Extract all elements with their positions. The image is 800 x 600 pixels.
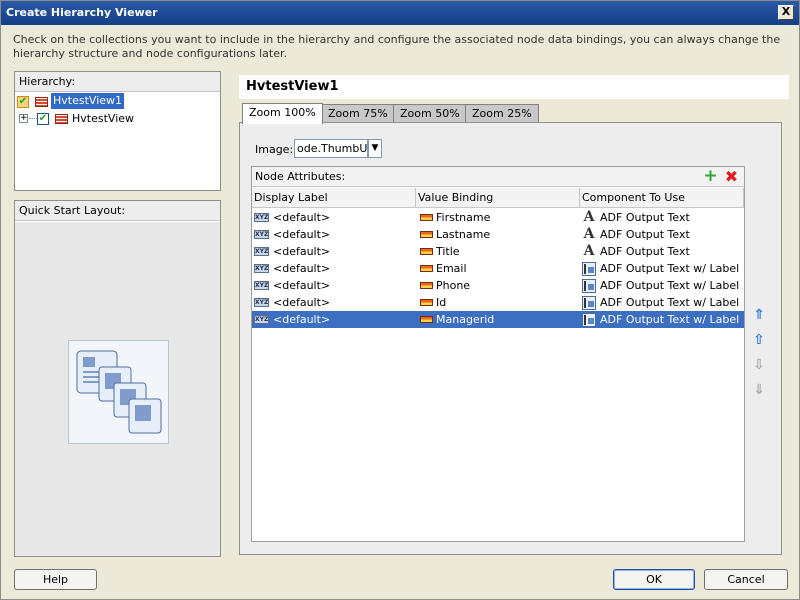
node-title: HvtestView1	[239, 75, 789, 99]
close-button[interactable]: X	[778, 5, 794, 20]
display-label-cell[interactable]: <default>	[273, 294, 330, 311]
output-text-icon: A	[583, 226, 595, 242]
output-text-label-icon	[582, 296, 596, 310]
tab-zoom-75[interactable]: Zoom 75%	[321, 104, 395, 123]
value-binding-cell[interactable]: Phone	[436, 277, 470, 294]
output-text-label-icon	[582, 262, 596, 276]
display-label-cell[interactable]: <default>	[273, 311, 330, 328]
image-combo-input[interactable]: ode.ThumbUrl}	[294, 139, 368, 158]
display-label-cell[interactable]: <default>	[273, 209, 330, 226]
add-icon[interactable]: +	[702, 168, 719, 185]
delete-icon[interactable]: ✖	[723, 168, 740, 185]
quick-start-body	[15, 222, 220, 556]
attribute-icon	[420, 282, 433, 289]
display-label-cell[interactable]: <default>	[273, 260, 330, 277]
tab-zoom-25[interactable]: Zoom 25%	[465, 104, 539, 123]
hierarchy-panel: Hierarchy: ✔ HvtestView1 + ✔ HvtestView	[14, 71, 221, 191]
value-binding-cell[interactable]: Firstname	[436, 209, 490, 226]
dialog-title: Create Hierarchy Viewer	[1, 1, 799, 25]
table-icon	[55, 114, 68, 124]
description-text: Check on the collections you want to inc…	[13, 33, 781, 60]
display-label-cell[interactable]: <default>	[273, 226, 330, 243]
cancel-button[interactable]: Cancel	[704, 569, 788, 590]
hierarchy-layout-icon	[76, 350, 162, 434]
tree-item-label: HvtestView1	[51, 93, 125, 109]
hierarchy-label: Hierarchy:	[15, 72, 220, 92]
display-label-cell[interactable]: <default>	[273, 277, 330, 294]
checkbox-hvtestview[interactable]: ✔	[37, 113, 49, 125]
attribute-icon	[420, 316, 433, 323]
checkbox-hvtestview1[interactable]: ✔	[17, 96, 29, 108]
image-label: Image:	[255, 143, 294, 156]
layout-thumbnail[interactable]	[68, 340, 169, 444]
value-binding-cell[interactable]: Managerid	[436, 311, 494, 328]
help-button[interactable]: Help	[14, 569, 97, 590]
output-text-label-icon	[582, 313, 596, 327]
xyz-icon: XYZ	[254, 213, 269, 222]
move-bottom-icon[interactable]: ⇓	[751, 382, 767, 398]
chevron-down-icon[interactable]: ▼	[368, 139, 382, 158]
value-binding-cell[interactable]: Lastname	[436, 226, 490, 243]
output-text-label-icon	[582, 279, 596, 293]
attribute-icon	[420, 231, 433, 238]
tree-item-hvtestview[interactable]: + ✔ HvtestView	[15, 110, 220, 127]
expand-icon[interactable]: +	[19, 114, 28, 123]
table-row[interactable]: XYZ <default> Id ADF Output Text w/ Labe…	[252, 294, 744, 311]
table-row[interactable]: XYZ <default> Firstname A ADF Output Tex…	[252, 209, 744, 226]
component-cell[interactable]: ADF Output Text	[600, 209, 690, 226]
attribute-icon	[420, 214, 433, 221]
table-row[interactable]: XYZ <default> Title A ADF Output Text	[252, 243, 744, 260]
tree-connector	[29, 118, 37, 119]
output-text-icon: A	[583, 209, 595, 225]
attribute-icon	[420, 265, 433, 272]
component-cell[interactable]: ADF Output Text	[600, 226, 690, 243]
table-row[interactable]: XYZ <default> Lastname A ADF Output Text	[252, 226, 744, 243]
component-cell[interactable]: ADF Output Text w/ Label	[600, 311, 739, 328]
component-cell[interactable]: ADF Output Text w/ Label	[600, 277, 739, 294]
component-cell[interactable]: ADF Output Text	[600, 243, 690, 260]
value-binding-cell[interactable]: Id	[436, 294, 446, 311]
table-icon	[35, 97, 48, 107]
value-binding-cell[interactable]: Email	[436, 260, 467, 277]
column-header-display-label[interactable]: Display Label	[252, 188, 416, 208]
attribute-icon	[420, 248, 433, 255]
move-top-icon[interactable]: ⇑	[751, 307, 767, 323]
tree-item-label: HvtestView	[72, 112, 135, 125]
output-text-icon: A	[583, 243, 595, 259]
value-binding-cell[interactable]: Title	[436, 243, 460, 260]
component-cell[interactable]: ADF Output Text w/ Label	[600, 260, 739, 277]
quick-start-panel: Quick Start Layout:	[14, 200, 221, 557]
move-up-icon[interactable]: ⇧	[751, 332, 767, 348]
xyz-icon: XYZ	[254, 281, 269, 290]
tab-zoom-100[interactable]: Zoom 100%	[242, 103, 323, 124]
xyz-icon: XYZ	[254, 298, 269, 307]
xyz-icon: XYZ	[254, 315, 269, 324]
ok-button[interactable]: OK	[613, 569, 695, 590]
node-attributes-label: Node Attributes:	[252, 167, 744, 187]
create-hierarchy-viewer-dialog: Create Hierarchy Viewer X Check on the c…	[0, 0, 800, 600]
xyz-icon: XYZ	[254, 247, 269, 256]
column-header-value-binding[interactable]: Value Binding	[416, 188, 580, 208]
quick-start-label: Quick Start Layout:	[15, 201, 220, 221]
move-down-icon[interactable]: ⇩	[751, 357, 767, 373]
tree-item-hvtestview1[interactable]: ✔ HvtestView1	[15, 93, 220, 110]
hierarchy-tree: ✔ HvtestView1 + ✔ HvtestView	[15, 93, 220, 127]
attribute-icon	[420, 299, 433, 306]
table-row[interactable]: XYZ <default> Phone ADF Output Text w/ L…	[252, 277, 744, 294]
table-row[interactable]: XYZ <default> Email ADF Output Text w/ L…	[252, 260, 744, 277]
column-header-component[interactable]: Component To Use	[580, 188, 744, 208]
xyz-icon: XYZ	[254, 264, 269, 273]
component-cell[interactable]: ADF Output Text w/ Label	[600, 294, 739, 311]
table-row-selected[interactable]: XYZ <default> Managerid ADF Output Text …	[252, 311, 744, 328]
xyz-icon: XYZ	[254, 230, 269, 239]
tab-zoom-50[interactable]: Zoom 50%	[393, 104, 467, 123]
display-label-cell[interactable]: <default>	[273, 243, 330, 260]
node-attributes-table: Node Attributes: + ✖ Display Label Value…	[251, 166, 745, 542]
